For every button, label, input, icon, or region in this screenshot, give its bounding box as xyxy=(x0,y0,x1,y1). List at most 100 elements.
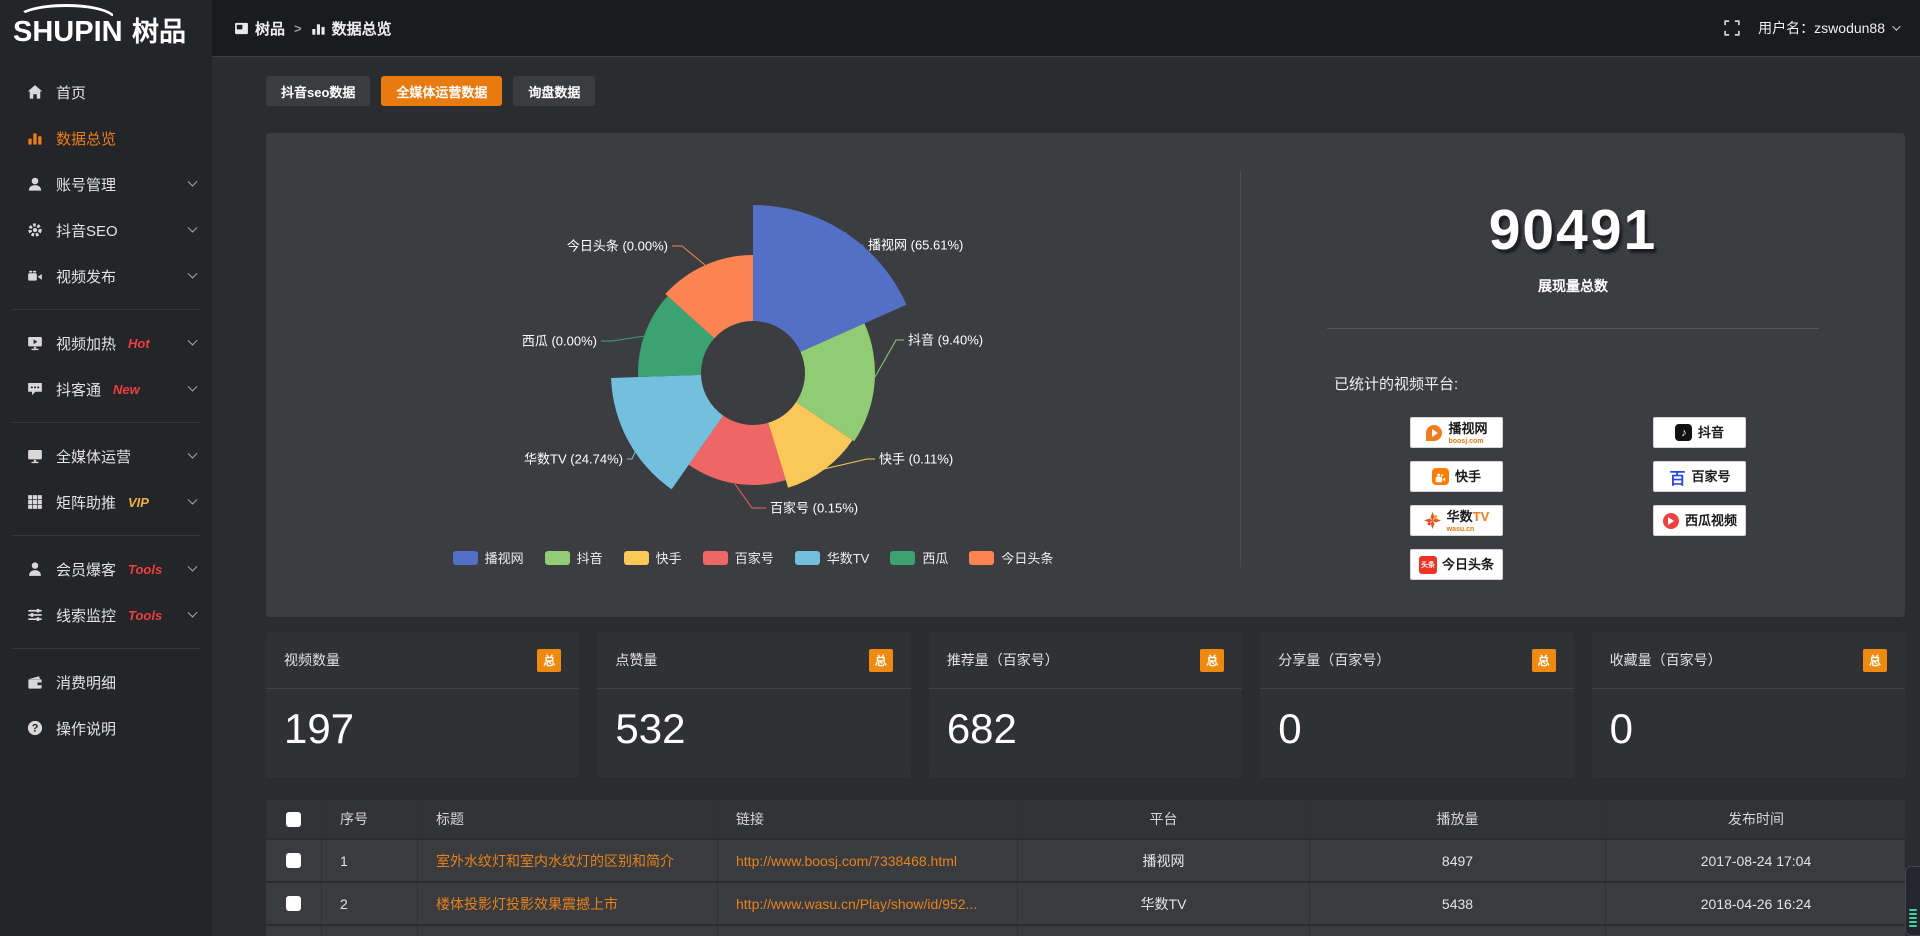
chevron-down-icon xyxy=(188,494,198,504)
sidebar-item-数据总览[interactable]: 数据总览 xyxy=(0,115,212,161)
select-all-checkbox[interactable] xyxy=(286,812,301,827)
legend-item-西瓜[interactable]: 西瓜 xyxy=(890,548,948,567)
sidebar-item-badge: VIP xyxy=(128,495,149,510)
stat-card-title: 推荐量（百家号） xyxy=(947,650,1059,670)
table-cell: 播视网 xyxy=(1018,840,1310,881)
stat-card-收藏量（百家号）: 收藏量（百家号）总0 xyxy=(1592,632,1905,778)
tab-询盘数据[interactable]: 询盘数据 xyxy=(513,76,595,106)
platform-badge-text: 播视网boosj.com xyxy=(1448,420,1487,446)
stat-card-header: 收藏量（百家号）总 xyxy=(1592,632,1905,689)
breadcrumb-label: 数据总览 xyxy=(332,18,392,39)
video-title[interactable]: 楼体投影灯投影效果震撼上市 xyxy=(418,883,718,924)
legend-item-百家号[interactable]: 百家号 xyxy=(703,548,774,567)
platform-column-left: 播视网boosj.com快手华数TVwasu.cn头条今日头条 xyxy=(1410,417,1503,580)
platform-badge-快手: 快手 xyxy=(1410,461,1503,492)
sidebar-item-矩阵助推[interactable]: 矩阵助推VIP xyxy=(0,479,212,525)
sidebar-item-label: 操作说明 xyxy=(56,718,116,739)
legend-label: 西瓜 xyxy=(922,548,948,567)
floating-service-widget[interactable] xyxy=(1905,866,1920,936)
sidebar-item-badge: Tools xyxy=(128,608,162,623)
monitor-icon xyxy=(27,448,43,464)
fullscreen-icon[interactable] xyxy=(1724,20,1740,36)
stat-card-value: 532 xyxy=(597,689,910,753)
video-title[interactable]: 室外水纹灯和室内水纹灯的区别和简介 xyxy=(418,840,718,881)
stat-card-推荐量（百家号）: 推荐量（百家号）总682 xyxy=(929,632,1242,778)
sidebar-item-label: 账号管理 xyxy=(56,174,116,195)
table-cell xyxy=(418,926,718,936)
logo-text-en: SHUPIN xyxy=(13,16,123,48)
sidebar-item-视频加热[interactable]: 视频加热Hot xyxy=(0,320,212,366)
douyin-logo: ♪ xyxy=(1675,424,1693,442)
wallet-icon xyxy=(27,674,43,690)
row-checkbox[interactable] xyxy=(286,896,301,911)
sidebar-item-账号管理[interactable]: 账号管理 xyxy=(0,161,212,207)
baijiahao-logo: 百 xyxy=(1668,468,1686,486)
widget-line xyxy=(1909,913,1917,915)
rose-pie-chart: 播视网 (65.61%)抖音 (9.40%)快手 (0.11%)百家号 (0.1… xyxy=(266,133,1240,617)
gear-icon xyxy=(27,222,43,238)
chevron-down-icon xyxy=(188,607,198,617)
sidebar-item-label: 抖客通 xyxy=(56,379,101,400)
stat-card-value: 0 xyxy=(1260,689,1573,753)
user-menu[interactable]: 用户名：zswodun88 xyxy=(1758,18,1898,38)
tab-全媒体运营数据[interactable]: 全媒体运营数据 xyxy=(381,76,502,106)
table-header-cell: 平台 xyxy=(1018,800,1310,838)
table-cell: 2 xyxy=(322,883,418,924)
legend-item-播视网[interactable]: 播视网 xyxy=(453,548,524,567)
logo-text-cn: 树品 xyxy=(132,17,186,47)
tab-抖音seo数据[interactable]: 抖音seo数据 xyxy=(266,76,370,106)
stat-card-分享量（百家号）: 分享量（百家号）总0 xyxy=(1260,632,1573,778)
sidebar-item-操作说明[interactable]: ?操作说明 xyxy=(0,705,212,751)
total-badge: 总 xyxy=(1532,649,1556,672)
table-cell xyxy=(266,926,322,936)
platform-column-right: ♪抖音百百家号西瓜视频 xyxy=(1653,417,1746,580)
table-cell xyxy=(718,926,1018,936)
sidebar-item-抖音SEO[interactable]: 抖音SEO xyxy=(0,207,212,253)
wasu-logo xyxy=(1424,512,1442,530)
sidebar-item-抖客通[interactable]: 抖客通New xyxy=(0,366,212,412)
table-row: 1室外水纹灯和室内水纹灯的区别和简介http://www.boosj.com/7… xyxy=(266,840,1905,883)
wasu-star-icon xyxy=(1424,512,1441,529)
breadcrumb-item-数据总览[interactable]: 数据总览 xyxy=(311,18,392,39)
legend-swatch xyxy=(703,551,728,565)
row-checkbox[interactable] xyxy=(286,853,301,868)
label-line-百家号 xyxy=(735,484,766,508)
legend-item-快手[interactable]: 快手 xyxy=(624,548,682,567)
breadcrumb-separator: > xyxy=(294,21,302,36)
table-header-cell: 播放量 xyxy=(1310,800,1606,838)
sidebar-item-全媒体运营[interactable]: 全媒体运营 xyxy=(0,433,212,479)
legend-swatch xyxy=(453,551,478,565)
widget-line xyxy=(1909,925,1917,927)
platform-badges: 播视网boosj.com快手华数TVwasu.cn头条今日头条 ♪抖音百百家号西… xyxy=(1410,417,1905,580)
pie-label-百家号: 百家号 (0.15%) xyxy=(770,501,858,516)
stat-card-header: 推荐量（百家号）总 xyxy=(929,632,1242,689)
stat-card-header: 视频数量总 xyxy=(266,632,579,689)
xigua-logo xyxy=(1662,512,1680,530)
sidebar-item-首页[interactable]: 首页 xyxy=(0,69,212,115)
video-link[interactable]: http://www.boosj.com/7338468.html xyxy=(718,840,1018,881)
table-cell: 2017-08-24 17:04 xyxy=(1606,840,1906,881)
platform-badge-华数TV: 华数TVwasu.cn xyxy=(1410,505,1503,536)
breadcrumb-label: 树品 xyxy=(255,18,285,39)
sidebar-item-label: 视频加热 xyxy=(56,333,116,354)
sidebar-item-消费明细[interactable]: 消费明细 xyxy=(0,659,212,705)
legend-item-华数TV[interactable]: 华数TV xyxy=(795,548,870,567)
video-link[interactable]: http://www.wasu.cn/Play/show/id/952... xyxy=(718,883,1018,924)
sidebar-item-label: 抖音SEO xyxy=(56,220,118,241)
pie-slice-播视网[interactable] xyxy=(753,205,906,352)
chevron-down-icon xyxy=(188,222,198,232)
legend-item-抖音[interactable]: 抖音 xyxy=(545,548,603,567)
breadcrumb-item-树品[interactable]: 树品 xyxy=(234,18,285,39)
username-label: 用户名：zswodun88 xyxy=(1758,18,1885,38)
table-cell: 2018-04-26 16:24 xyxy=(1606,883,1906,924)
legend-item-今日头条[interactable]: 今日头条 xyxy=(969,548,1053,567)
table-header-row: 序号标题链接平台播放量发布时间 xyxy=(266,800,1905,840)
breadcrumb: 树品 > 数据总览 xyxy=(234,18,392,39)
play-icon xyxy=(1668,517,1674,525)
sidebar-item-会员爆客[interactable]: 会员爆客Tools xyxy=(0,546,212,592)
video-heat-icon xyxy=(27,335,43,351)
sidebar-item-视频发布[interactable]: 视频发布 xyxy=(0,253,212,299)
platform-name: 抖音 xyxy=(1698,425,1724,440)
sidebar-item-线索监控[interactable]: 线索监控Tools xyxy=(0,592,212,638)
stat-card-title: 点赞量 xyxy=(615,650,657,670)
